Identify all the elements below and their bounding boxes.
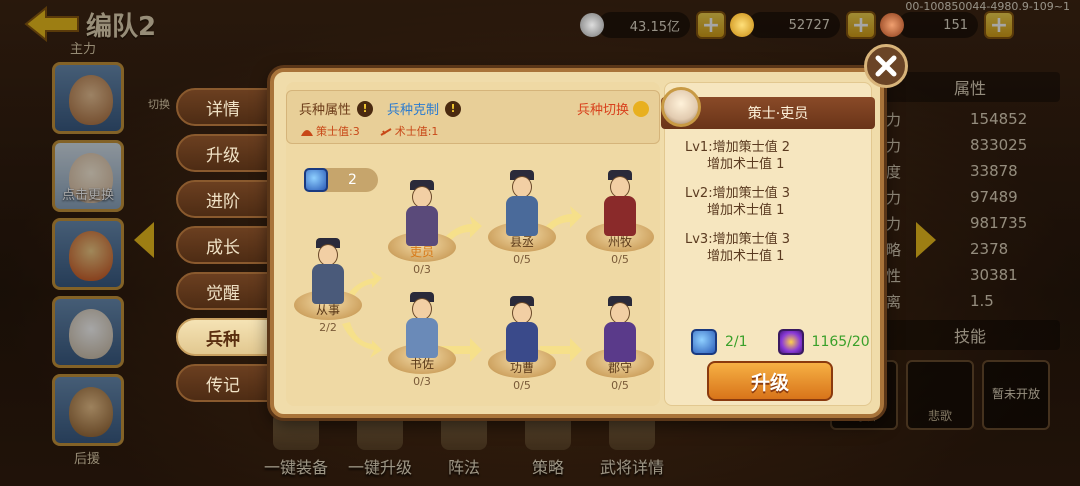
- troop-progress: 0/5: [611, 253, 629, 266]
- tab-item[interactable]: 进阶: [176, 180, 276, 218]
- info-icon[interactable]: !: [445, 100, 462, 117]
- medal-cost: 1165/20: [811, 334, 870, 350]
- troop-figure: [404, 292, 440, 362]
- level-line: 增加术士值 1: [707, 203, 785, 218]
- troop-figure: [404, 180, 440, 250]
- troop-name: 州牧: [607, 235, 632, 249]
- gold-ingot-icon: [730, 13, 754, 37]
- troop-token-icon: [691, 329, 717, 355]
- troop-progress: 0/5: [513, 253, 531, 266]
- troop-switch-label[interactable]: 兵种切换: [577, 99, 629, 118]
- tab-item[interactable]: 详情: [176, 88, 276, 126]
- tab-item[interactable]: 传记: [176, 364, 276, 402]
- troop-unit-selected[interactable]: 吏员 0/3: [382, 180, 462, 280]
- tab-item[interactable]: 成长: [176, 226, 276, 264]
- switch-icon[interactable]: [633, 100, 649, 117]
- troop-unit[interactable]: 州牧 0/5: [580, 170, 660, 270]
- troop-info-strip: 兵种属性 ! 兵种克制 ! 兵种切换 策士值:3 术士值:1: [286, 90, 660, 144]
- troop-figure: [504, 170, 540, 240]
- troop-name: 从事: [315, 303, 340, 317]
- troop-name: 郡守: [607, 361, 632, 375]
- tab-item[interactable]: 觉醒: [176, 272, 276, 310]
- troop-progress: 0/5: [513, 379, 531, 392]
- info-icon[interactable]: !: [357, 100, 374, 117]
- troop-unit[interactable]: 从事 2/2: [288, 238, 368, 338]
- troop-count-value: 2: [348, 172, 357, 188]
- troop-name: 书佐: [409, 357, 434, 371]
- troop-figure: [310, 238, 346, 308]
- silver-coin-icon: [580, 13, 604, 37]
- troop-unit[interactable]: 县丞 0/5: [482, 170, 562, 270]
- troop-count: 2: [304, 168, 378, 192]
- troop-name: 吏员: [409, 245, 434, 259]
- tab-item[interactable]: 升级: [176, 134, 276, 172]
- level-line: Lv1:增加策士值 2: [685, 140, 790, 155]
- level-line: Lv3:增加策士值 3: [685, 232, 790, 247]
- sword-icon: [380, 128, 392, 136]
- fan-icon: [301, 130, 313, 136]
- close-icon: [875, 55, 897, 77]
- level-1-bonus: Lv1:增加策士值 2 增加术士值 1: [685, 139, 790, 173]
- level-line: 增加术士值 1: [707, 249, 785, 264]
- troop-unit[interactable]: 功曹 0/5: [482, 296, 562, 396]
- advisor-portrait: [661, 87, 701, 127]
- troop-progress: 0/3: [413, 375, 431, 388]
- level-2-bonus: Lv2:增加策士值 3 增加术士值 1: [685, 185, 790, 219]
- tab-item[interactable]: 兵种: [176, 318, 276, 356]
- troop-name: 县丞: [509, 235, 534, 249]
- troop-unit[interactable]: 书佐 0/3: [382, 292, 462, 392]
- meat-icon: [880, 13, 904, 37]
- medal-icon: [777, 329, 804, 355]
- troop-progress: 2/2: [319, 321, 337, 334]
- troop-figure: [602, 170, 638, 240]
- hero-tabs: 详情升级进阶成长觉醒兵种传记: [176, 88, 276, 410]
- upgrade-cost: 2/1 1165/20: [691, 329, 870, 355]
- troop-attr-label: 兵种属性: [299, 103, 352, 118]
- token-cost: 2/1: [725, 334, 748, 350]
- troop-progress: 0/3: [413, 263, 431, 276]
- close-button[interactable]: [864, 44, 908, 88]
- strategist-value: 策士值:3: [316, 125, 360, 138]
- troop-unit[interactable]: 郡守 0/5: [580, 296, 660, 396]
- troop-figure: [504, 296, 540, 366]
- troop-counter-label[interactable]: 兵种克制: [387, 99, 439, 118]
- troop-detail-panel: 策士·吏员 Lv1:增加策士值 2 增加术士值 1 Lv2:增加策士值 3 增加…: [661, 82, 875, 406]
- level-3-bonus: Lv3:增加策士值 3 增加术士值 1: [685, 231, 790, 265]
- troop-type-modal: 兵种属性 ! 兵种克制 ! 兵种切换 策士值:3 术士值:1 2 从事 2/2 …: [270, 68, 884, 418]
- tactician-value: 术士值:1: [394, 125, 439, 138]
- troop-token-icon: [304, 168, 328, 192]
- troop-tree-panel: 兵种属性 ! 兵种克制 ! 兵种切换 策士值:3 术士值:1 2 从事 2/2 …: [286, 82, 660, 406]
- upgrade-button[interactable]: 升级: [707, 361, 833, 401]
- level-line: Lv2:增加策士值 3: [685, 186, 790, 201]
- troop-name: 功曹: [509, 361, 534, 375]
- troop-figure: [602, 296, 638, 366]
- level-line: 增加术士值 1: [707, 157, 785, 172]
- troop-progress: 0/5: [611, 379, 629, 392]
